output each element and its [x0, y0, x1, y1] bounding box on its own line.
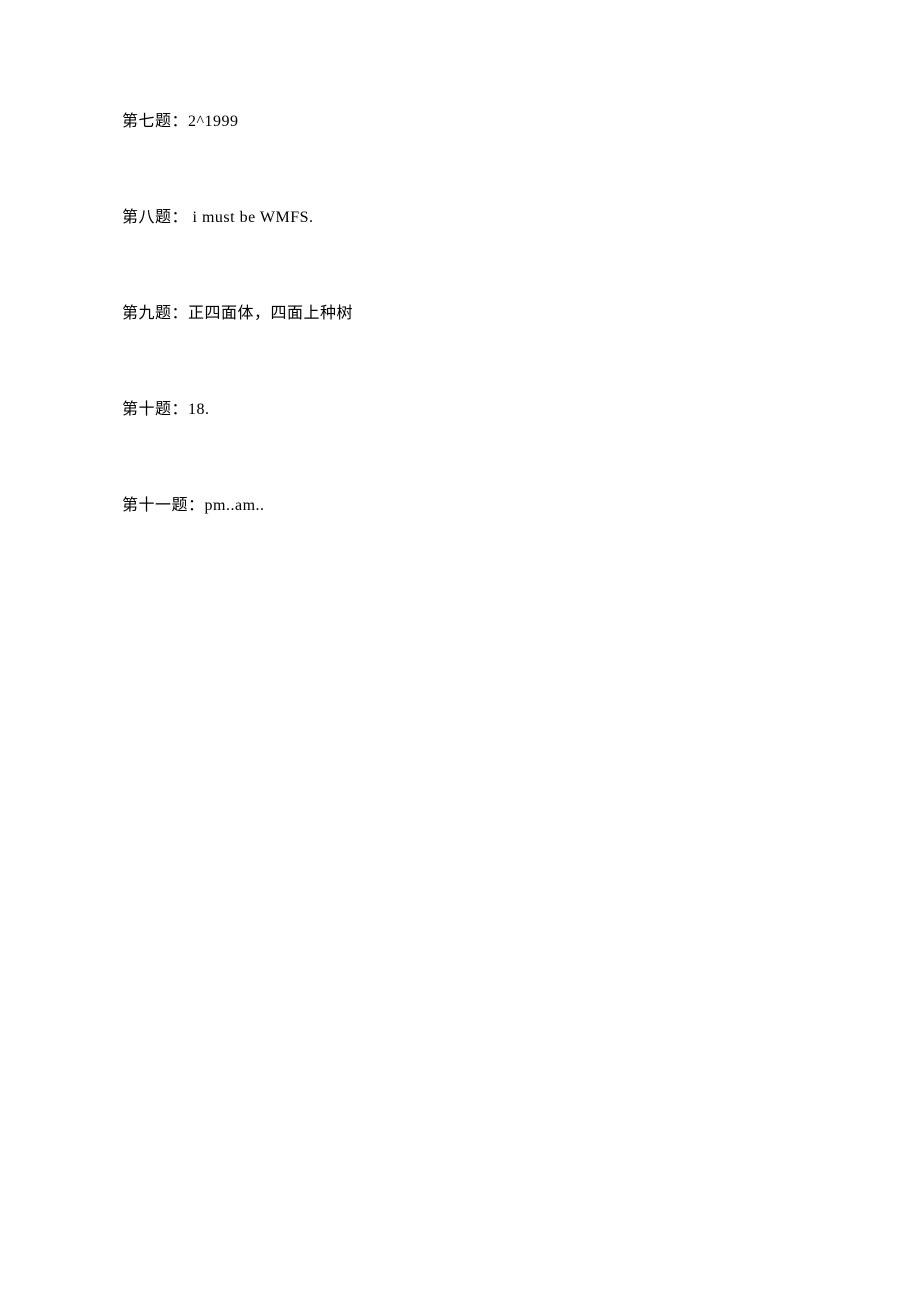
- question-9-answer: 正四面体，四面上种树: [188, 305, 353, 322]
- question-7-label: 第七题：: [122, 113, 188, 130]
- question-9-label: 第九题：: [122, 305, 188, 322]
- question-7-answer: 2^1999: [188, 113, 239, 130]
- question-10: 第十题：18.: [122, 398, 920, 422]
- question-10-answer: 18.: [188, 401, 210, 418]
- question-11-answer: pm..am..: [205, 497, 265, 514]
- question-8-label: 第八题：: [122, 209, 188, 226]
- question-8: 第八题： i must be WMFS.: [122, 206, 920, 230]
- question-8-answer: i must be WMFS.: [188, 209, 314, 226]
- question-9: 第九题：正四面体，四面上种树: [122, 302, 920, 326]
- question-11-label: 第十一题：: [122, 497, 205, 514]
- question-10-label: 第十题：: [122, 401, 188, 418]
- question-11: 第十一题：pm..am..: [122, 494, 920, 518]
- question-7: 第七题：2^1999: [122, 110, 920, 134]
